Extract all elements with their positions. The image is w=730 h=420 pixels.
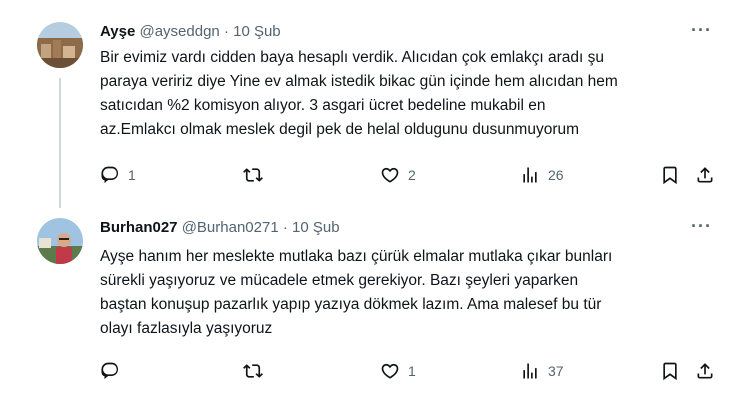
tweet-text-line: Bir evimiz vardı cidden baya hesaplı ver… — [100, 49, 604, 66]
views-button[interactable]: 37 — [520, 361, 564, 381]
tweet-header: Ayşe @ayseddgn · 10 Şub — [100, 22, 281, 42]
avatar[interactable] — [37, 218, 83, 264]
share-button[interactable] — [695, 165, 715, 185]
bookmark-button[interactable] — [660, 165, 680, 185]
timestamp[interactable]: · 10 Şub — [283, 219, 340, 236]
views-count: 37 — [548, 363, 564, 379]
retweet-icon — [243, 364, 263, 378]
retweet-button[interactable] — [243, 165, 263, 185]
reply-button[interactable]: 1 — [100, 165, 136, 185]
bookmark-icon — [663, 166, 677, 185]
views-icon — [523, 363, 537, 379]
handle[interactable]: @ayseddgn — [139, 23, 219, 40]
share-icon — [697, 363, 713, 379]
tweet-text-line: Ayşe hanım her meslekte mutlaka bazı çür… — [100, 248, 613, 265]
like-icon — [381, 363, 399, 379]
tweet-text: Bir evimiz vardı cidden baya hesaplı ver… — [100, 46, 715, 142]
bookmark-icon — [663, 362, 677, 381]
retweet-button[interactable] — [243, 361, 263, 381]
reply-button[interactable] — [100, 361, 128, 381]
tweet-actions: 1 37 — [0, 361, 730, 385]
tweet-text-line: baştan konuşup pazarlık yapıp yazıya dök… — [100, 296, 602, 313]
reply-icon — [101, 166, 119, 184]
more-icon[interactable]: ··· — [691, 20, 712, 40]
retweet-icon — [243, 168, 263, 182]
reply-icon — [101, 362, 119, 380]
like-count: 1 — [408, 363, 416, 379]
tweet-text-line: satıcıdan %2 komisyon alıyor. 3 asgari ü… — [100, 97, 546, 114]
share-button[interactable] — [695, 361, 715, 381]
like-button[interactable]: 1 — [380, 361, 416, 381]
more-icon[interactable]: ··· — [691, 216, 712, 236]
like-icon — [381, 167, 399, 183]
like-button[interactable]: 2 — [380, 165, 416, 185]
tweet-text-line: olayı fazlasıyla yaşıyoruz — [100, 320, 273, 337]
views-count: 26 — [548, 167, 564, 183]
reply-count: 1 — [128, 167, 136, 183]
tweet-text-line: az.Emlakcı olmak meslek degil pek de hel… — [100, 121, 580, 138]
tweet-text-line: sürekli yaşıyoruz ve mücadele etmek gere… — [100, 272, 579, 289]
tweet-text: Ayşe hanım her meslekte mutlaka bazı çür… — [100, 245, 715, 341]
views-icon — [523, 167, 537, 183]
display-name[interactable]: Burhan027 — [100, 219, 178, 236]
tweet-actions: 1 2 26 — [0, 165, 730, 189]
tweet-text-line: paraya veririz diye Yine ev almak istedi… — [100, 73, 618, 90]
avatar[interactable] — [37, 22, 83, 68]
tweet-header: Burhan027 @Burhan0271 · 10 Şub — [100, 218, 340, 238]
views-button[interactable]: 26 — [520, 165, 564, 185]
share-icon — [697, 167, 713, 183]
timestamp[interactable]: · 10 Şub — [224, 23, 281, 40]
display-name[interactable]: Ayşe — [100, 23, 135, 40]
like-count: 2 — [408, 167, 416, 183]
bookmark-button[interactable] — [660, 361, 680, 381]
handle[interactable]: @Burhan0271 — [182, 219, 279, 236]
